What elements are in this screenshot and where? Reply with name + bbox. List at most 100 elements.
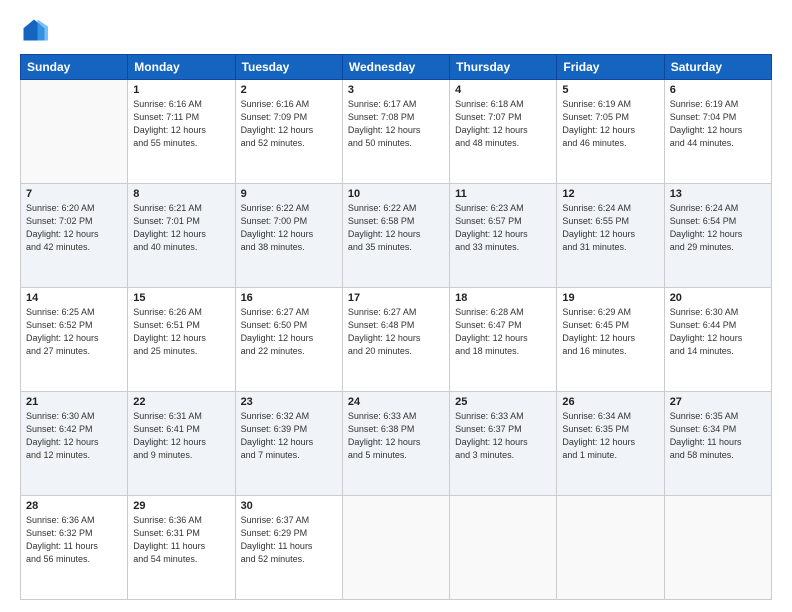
calendar-page: SundayMondayTuesdayWednesdayThursdayFrid… (0, 0, 792, 612)
cell-day-number: 24 (348, 396, 444, 408)
cell-info-text: Sunrise: 6:35 AM Sunset: 6:34 PM Dayligh… (670, 410, 766, 462)
weekday-header-friday: Friday (557, 55, 664, 80)
calendar-table: SundayMondayTuesdayWednesdayThursdayFrid… (20, 54, 772, 600)
cell-info-text: Sunrise: 6:26 AM Sunset: 6:51 PM Dayligh… (133, 306, 229, 358)
cell-info-text: Sunrise: 6:31 AM Sunset: 6:41 PM Dayligh… (133, 410, 229, 462)
cell-info-text: Sunrise: 6:18 AM Sunset: 7:07 PM Dayligh… (455, 98, 551, 150)
cell-day-number: 7 (26, 188, 122, 200)
calendar-cell: 14 Sunrise: 6:25 AM Sunset: 6:52 PM Dayli… (21, 288, 128, 392)
cell-day-number: 21 (26, 396, 122, 408)
logo-icon (20, 16, 48, 44)
cell-day-number: 22 (133, 396, 229, 408)
cell-day-number: 6 (670, 84, 766, 96)
calendar-cell: 7 Sunrise: 6:20 AM Sunset: 7:02 PM Daylig… (21, 184, 128, 288)
calendar-cell: 16 Sunrise: 6:27 AM Sunset: 6:50 PM Dayli… (235, 288, 342, 392)
calendar-cell: 17 Sunrise: 6:27 AM Sunset: 6:48 PM Dayli… (342, 288, 449, 392)
cell-day-number: 10 (348, 188, 444, 200)
cell-day-number: 29 (133, 500, 229, 512)
calendar-cell: 8 Sunrise: 6:21 AM Sunset: 7:01 PM Daylig… (128, 184, 235, 288)
calendar-cell: 23Sunrise: 6:32 AM Sunset: 6:39 PM Dayli… (235, 392, 342, 496)
cell-info-text: Sunrise: 6:33 AM Sunset: 6:38 PM Dayligh… (348, 410, 444, 462)
cell-day-number: 26 (562, 396, 658, 408)
cell-info-text: Sunrise: 6:22 AM Sunset: 6:58 PM Dayligh… (348, 202, 444, 254)
cell-day-number: 20 (670, 292, 766, 304)
cell-info-text: Sunrise: 6:24 AM Sunset: 6:54 PM Dayligh… (670, 202, 766, 254)
calendar-cell: 2 Sunrise: 6:16 AM Sunset: 7:09 PM Daylig… (235, 80, 342, 184)
weekday-header-sunday: Sunday (21, 55, 128, 80)
cell-day-number: 25 (455, 396, 551, 408)
cell-day-number: 17 (348, 292, 444, 304)
calendar-cell: 24 Sunrise: 6:33 AM Sunset: 6:38 PM Dayli… (342, 392, 449, 496)
cell-day-number: 28 (26, 500, 122, 512)
logo (20, 16, 52, 44)
cell-info-text: Sunrise: 6:16 AM Sunset: 7:11 PM Dayligh… (133, 98, 229, 150)
calendar-cell: 15 Sunrise: 6:26 AM Sunset: 6:51 PM Dayli… (128, 288, 235, 392)
cell-info-text: Sunrise: 6:27 AM Sunset: 6:48 PM Dayligh… (348, 306, 444, 358)
cell-info-text: Sunrise: 6:36 AM Sunset: 6:32 PM Dayligh… (26, 514, 122, 566)
calendar-cell: 19 Sunrise: 6:29 AM Sunset: 6:45 PM Dayli… (557, 288, 664, 392)
cell-info-text: Sunrise: 6:29 AM Sunset: 6:45 PM Dayligh… (562, 306, 658, 358)
weekday-header-thursday: Thursday (450, 55, 557, 80)
cell-info-text: Sunrise: 6:34 AM Sunset: 6:35 PM Dayligh… (562, 410, 658, 462)
cell-info-text: Sunrise: 6:32 AM Sunset: 6:39 PM Dayligh… (241, 410, 337, 462)
calendar-cell (450, 496, 557, 600)
cell-day-number: 15 (133, 292, 229, 304)
cell-day-number: 30 (241, 500, 337, 512)
calendar-cell: 1 Sunrise: 6:16 AM Sunset: 7:11 PM Daylig… (128, 80, 235, 184)
calendar-cell (664, 496, 771, 600)
calendar-cell: 6 Sunrise: 6:19 AM Sunset: 7:04 PM Daylig… (664, 80, 771, 184)
weekday-header-saturday: Saturday (664, 55, 771, 80)
calendar-cell (21, 80, 128, 184)
cell-info-text: Sunrise: 6:22 AM Sunset: 7:00 PM Dayligh… (241, 202, 337, 254)
calendar-cell: 18Sunrise: 6:28 AM Sunset: 6:47 PM Dayli… (450, 288, 557, 392)
cell-info-text: Sunrise: 6:27 AM Sunset: 6:50 PM Dayligh… (241, 306, 337, 358)
calendar-cell: 30 Sunrise: 6:37 AM Sunset: 6:29 PM Dayli… (235, 496, 342, 600)
cell-day-number: 1 (133, 84, 229, 96)
calendar-cell: 4 Sunrise: 6:18 AM Sunset: 7:07 PM Daylig… (450, 80, 557, 184)
calendar-cell: 12Sunrise: 6:24 AM Sunset: 6:55 PM Dayli… (557, 184, 664, 288)
cell-info-text: Sunrise: 6:20 AM Sunset: 7:02 PM Dayligh… (26, 202, 122, 254)
weekday-header-tuesday: Tuesday (235, 55, 342, 80)
calendar-cell: 5 Sunrise: 6:19 AM Sunset: 7:05 PM Daylig… (557, 80, 664, 184)
cell-info-text: Sunrise: 6:33 AM Sunset: 6:37 PM Dayligh… (455, 410, 551, 462)
cell-day-number: 16 (241, 292, 337, 304)
cell-day-number: 12 (562, 188, 658, 200)
cell-info-text: Sunrise: 6:36 AM Sunset: 6:31 PM Dayligh… (133, 514, 229, 566)
calendar-cell: 26 Sunrise: 6:34 AM Sunset: 6:35 PM Dayli… (557, 392, 664, 496)
cell-info-text: Sunrise: 6:23 AM Sunset: 6:57 PM Dayligh… (455, 202, 551, 254)
calendar-cell (557, 496, 664, 600)
calendar-week-row: 1 Sunrise: 6:16 AM Sunset: 7:11 PM Daylig… (21, 80, 772, 184)
calendar-cell: 11 Sunrise: 6:23 AM Sunset: 6:57 PM Dayli… (450, 184, 557, 288)
cell-day-number: 27 (670, 396, 766, 408)
cell-day-number: 2 (241, 84, 337, 96)
cell-info-text: Sunrise: 6:19 AM Sunset: 7:05 PM Dayligh… (562, 98, 658, 150)
calendar-cell: 25 Sunrise: 6:33 AM Sunset: 6:37 PM Dayli… (450, 392, 557, 496)
weekday-header-wednesday: Wednesday (342, 55, 449, 80)
calendar-cell: 13 Sunrise: 6:24 AM Sunset: 6:54 PM Dayli… (664, 184, 771, 288)
cell-day-number: 14 (26, 292, 122, 304)
cell-info-text: Sunrise: 6:25 AM Sunset: 6:52 PM Dayligh… (26, 306, 122, 358)
calendar-cell: 28 Sunrise: 6:36 AM Sunset: 6:32 PM Dayli… (21, 496, 128, 600)
calendar-week-row: 7 Sunrise: 6:20 AM Sunset: 7:02 PM Daylig… (21, 184, 772, 288)
calendar-cell: 29 Sunrise: 6:36 AM Sunset: 6:31 PM Dayli… (128, 496, 235, 600)
cell-day-number: 9 (241, 188, 337, 200)
cell-day-number: 19 (562, 292, 658, 304)
cell-day-number: 11 (455, 188, 551, 200)
cell-day-number: 8 (133, 188, 229, 200)
calendar-cell: 22 Sunrise: 6:31 AM Sunset: 6:41 PM Dayli… (128, 392, 235, 496)
cell-info-text: Sunrise: 6:28 AM Sunset: 6:47 PM Dayligh… (455, 306, 551, 358)
calendar-week-row: 21 Sunrise: 6:30 AM Sunset: 6:42 PM Dayli… (21, 392, 772, 496)
header (20, 16, 772, 44)
cell-day-number: 4 (455, 84, 551, 96)
calendar-cell: 21 Sunrise: 6:30 AM Sunset: 6:42 PM Dayli… (21, 392, 128, 496)
cell-day-number: 13 (670, 188, 766, 200)
cell-day-number: 5 (562, 84, 658, 96)
cell-info-text: Sunrise: 6:16 AM Sunset: 7:09 PM Dayligh… (241, 98, 337, 150)
cell-info-text: Sunrise: 6:30 AM Sunset: 6:42 PM Dayligh… (26, 410, 122, 462)
calendar-cell: 27 Sunrise: 6:35 AM Sunset: 6:34 PM Dayli… (664, 392, 771, 496)
cell-info-text: Sunrise: 6:30 AM Sunset: 6:44 PM Dayligh… (670, 306, 766, 358)
calendar-week-row: 28 Sunrise: 6:36 AM Sunset: 6:32 PM Dayli… (21, 496, 772, 600)
cell-info-text: Sunrise: 6:19 AM Sunset: 7:04 PM Dayligh… (670, 98, 766, 150)
cell-info-text: Sunrise: 6:21 AM Sunset: 7:01 PM Dayligh… (133, 202, 229, 254)
cell-info-text: Sunrise: 6:37 AM Sunset: 6:29 PM Dayligh… (241, 514, 337, 566)
